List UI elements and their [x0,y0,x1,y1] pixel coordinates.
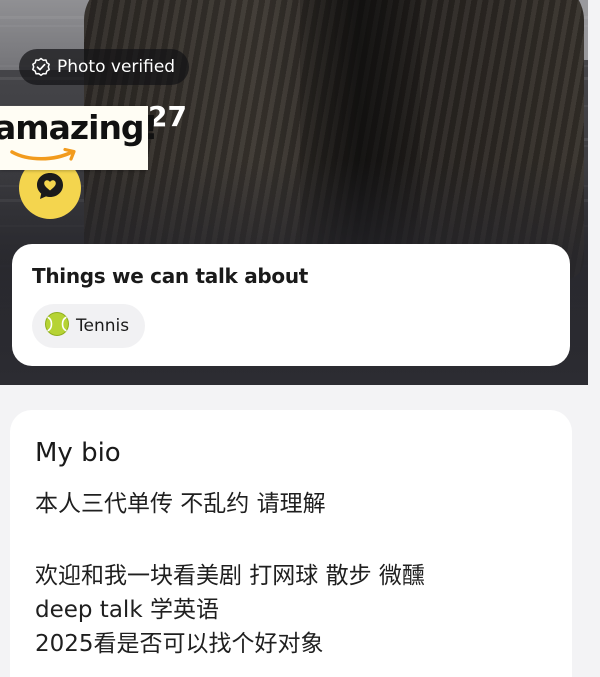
sticker-text: amazing! [0,108,159,147]
tennis-ball-icon [44,311,70,342]
heart-speech-bubble-icon [34,170,66,206]
bio-line: deep talk 学英语 [35,597,219,623]
smile-arrow-icon [10,146,80,168]
amazon-smile-sticker: amazing! [0,106,159,170]
talk-topics-card: Things we can talk about Tennis [12,244,570,366]
bio-card: My bio 本人三代单传 不乱约 请理解 欢迎和我一块看美剧 打网球 散步 微… [10,410,572,677]
topic-chip-tennis[interactable]: Tennis [32,304,146,348]
bio-line: 2025看是否可以找个好对象 [35,631,324,657]
check-badge-icon [31,57,51,77]
talk-topics-title: Things we can talk about [32,264,309,288]
profile-screen: Photo verified 27 Things we can talk abo… [0,0,600,677]
profile-photo[interactable]: Photo verified 27 Things we can talk abo… [0,0,588,385]
bio-title: My bio [35,438,121,468]
photo-verified-badge[interactable]: Photo verified [19,49,190,85]
bio-line: 本人三代单传 不乱约 请理解 [35,491,326,517]
bio-line: 欢迎和我一块看美剧 打网球 散步 微醺 [35,563,425,589]
topic-chip-label: Tennis [76,316,130,336]
verified-label: Photo verified [57,57,176,77]
